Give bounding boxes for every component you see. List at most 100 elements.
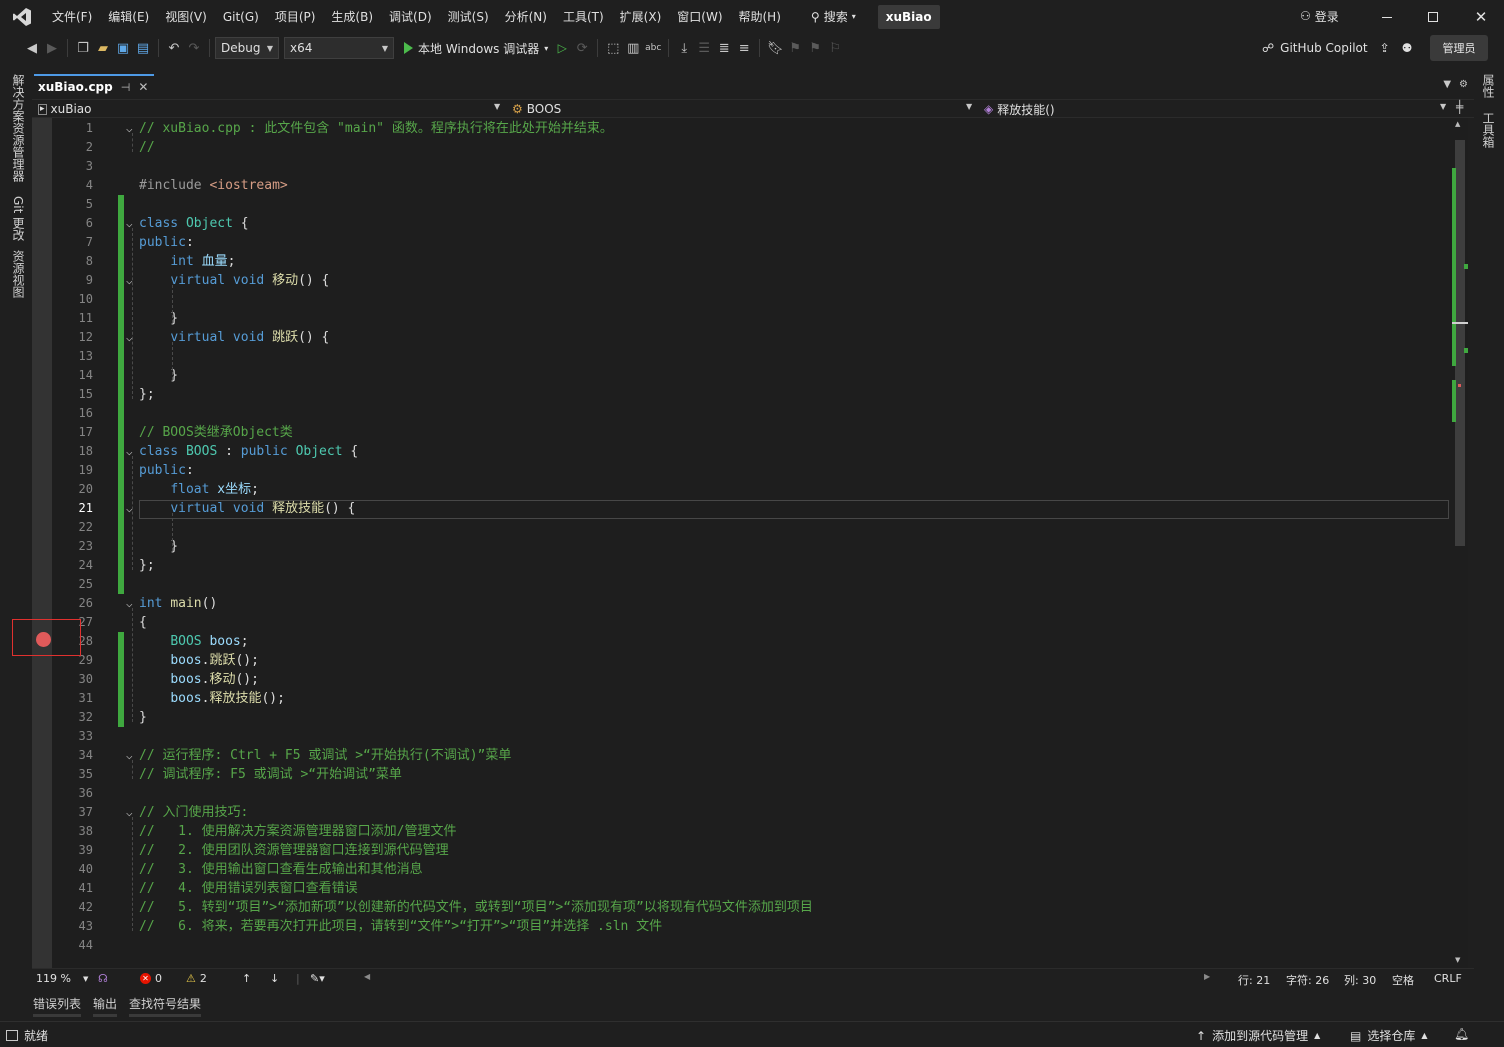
start-without-debugging-icon[interactable]: ▷	[552, 38, 572, 58]
search-button[interactable]: ⚲ 搜索 ▾	[803, 5, 864, 29]
code-line[interactable]: 26 ⌵ int main()	[32, 594, 1452, 613]
undo-icon[interactable]: ↶	[164, 38, 184, 58]
scroll-left-icon[interactable]: ◀	[364, 972, 370, 981]
redo-icon[interactable]: ↷	[184, 38, 204, 58]
tab-xubiao-cpp[interactable]: xuBiao.cpp ⊣ ✕	[34, 74, 154, 98]
menu-edit[interactable]: 编辑(E)	[100, 5, 157, 29]
save-icon[interactable]: ▣	[113, 38, 133, 58]
code-line[interactable]: 37 ⌵// 入门使用技巧:	[32, 803, 1452, 822]
previous-issue-icon[interactable]: ↑	[242, 972, 251, 985]
tab-list-chevron-icon[interactable]: ▼	[1443, 79, 1451, 90]
solution-name-badge[interactable]: xuBiao	[877, 5, 940, 29]
git-changes-tab[interactable]: Git 更改	[10, 196, 27, 241]
whitespace-indicator[interactable]: 空格	[1392, 972, 1414, 988]
code-line[interactable]: 34 ⌵// 运行程序: Ctrl + F5 或调试 >“开始执行(不调试)”菜单	[32, 746, 1452, 765]
solution-platform-select[interactable]: x64 ▼	[284, 37, 394, 59]
code-line[interactable]: 27{	[32, 613, 1452, 632]
spell-check-icon[interactable]: abc	[643, 38, 663, 58]
indent-icon[interactable]: ≣	[714, 38, 734, 58]
line-indicator[interactable]: 行: 21	[1238, 972, 1270, 988]
code-line[interactable]: 38 // 1. 使用解决方案资源管理器窗口添加/管理文件	[32, 822, 1452, 841]
code-line[interactable]: 7 public:	[32, 233, 1452, 252]
next-bookmark-icon[interactable]: ⚑	[805, 38, 825, 58]
menu-test[interactable]: 测试(S)	[440, 5, 497, 29]
solution-explorer-icon[interactable]: ⬚	[603, 38, 623, 58]
code-line[interactable]: 31 boos.释放技能();	[32, 689, 1452, 708]
gear-icon[interactable]: ⚙	[1459, 79, 1468, 90]
close-window-button[interactable]: ✕	[1458, 0, 1504, 34]
tab-error-list[interactable]: 错误列表	[33, 995, 81, 1012]
code-line[interactable]: 19 public:	[32, 461, 1452, 480]
scrollbar-thumb[interactable]	[1455, 140, 1465, 546]
step-icon[interactable]: ⤓	[674, 38, 694, 58]
menu-project[interactable]: 项目(P)	[267, 5, 324, 29]
bookmark-icon[interactable]: 🔖︎	[765, 38, 785, 58]
split-editor-icon[interactable]: ╪	[1456, 100, 1463, 114]
code-line[interactable]: 20 float x坐标;	[32, 480, 1452, 499]
navigate-back-icon[interactable]: ◀	[22, 38, 42, 58]
warning-count[interactable]: ⚠ 2	[186, 972, 207, 985]
code-line[interactable]: 2 //	[32, 138, 1452, 157]
prev-bookmark-icon[interactable]: ⚑	[785, 38, 805, 58]
menu-analyze[interactable]: 分析(N)	[497, 5, 555, 29]
tab-output[interactable]: 输出	[93, 995, 117, 1012]
code-line[interactable]: 29 boos.跳跃();	[32, 651, 1452, 670]
code-line[interactable]: 35 // 调试程序: F5 或调试 >“开始调试”菜单	[32, 765, 1452, 784]
chevron-down-icon[interactable]: ▼	[966, 102, 972, 111]
code-line[interactable]: 28 BOOS boos;	[32, 632, 1452, 651]
code-line[interactable]: 1 ⌵// xuBiao.cpp : 此文件包含 "main" 函数。程序执行将在…	[32, 119, 1452, 138]
code-line[interactable]: 3	[32, 157, 1452, 176]
code-line[interactable]: 13	[32, 347, 1452, 366]
error-count[interactable]: ✕ 0	[140, 972, 162, 985]
outdent-icon[interactable]: ≡	[734, 38, 754, 58]
admin-badge[interactable]: 管理员	[1430, 35, 1488, 61]
code-line[interactable]: 6 ⌵ class Object {	[32, 214, 1452, 233]
code-line[interactable]: 8 int 血量;	[32, 252, 1452, 271]
code-editor[interactable]: 1 ⌵// xuBiao.cpp : 此文件包含 "main" 函数。程序执行将在…	[32, 118, 1452, 968]
code-line[interactable]: 9 ⌵ virtual void 移动() {	[32, 271, 1452, 290]
properties-tab[interactable]: 属性	[1480, 74, 1497, 98]
menu-git[interactable]: Git(G)	[215, 5, 267, 29]
chevron-down-icon[interactable]: ▼	[494, 102, 500, 111]
save-all-icon[interactable]: ▤	[133, 38, 153, 58]
solution-configuration-select[interactable]: Debug ▼	[215, 37, 279, 59]
code-line[interactable]: 33	[32, 727, 1452, 746]
project-dropdown[interactable]: ▸ xuBiao	[38, 100, 92, 118]
column-indicator[interactable]: 列: 30	[1344, 972, 1376, 988]
code-cleanup-icon[interactable]: ✎▾	[310, 972, 325, 985]
menu-build[interactable]: 生成(B)	[323, 5, 381, 29]
menu-window[interactable]: 窗口(W)	[669, 5, 730, 29]
layout-icon[interactable]: ▥	[623, 38, 643, 58]
menu-view[interactable]: 视图(V)	[157, 5, 215, 29]
char-indicator[interactable]: 字符: 26	[1286, 972, 1329, 988]
minimize-button[interactable]	[1364, 0, 1410, 34]
login-button[interactable]: ⚇ 登录	[1300, 5, 1339, 27]
code-line[interactable]: 17 // BOOS类继承Object类	[32, 423, 1452, 442]
code-line[interactable]: 24};	[32, 556, 1452, 575]
code-line[interactable]: 30 boos.移动();	[32, 670, 1452, 689]
tab-find-symbol-results[interactable]: 查找符号结果	[129, 995, 201, 1012]
code-line[interactable]: 44	[32, 936, 1452, 955]
scope-dropdown[interactable]: ⚙ BOOS	[512, 100, 561, 118]
menu-help[interactable]: 帮助(H)	[731, 5, 789, 29]
code-line[interactable]: 12 ⌵ virtual void 跳跃() {	[32, 328, 1452, 347]
hot-reload-icon[interactable]: ⟳	[572, 38, 592, 58]
menu-tools[interactable]: 工具(T)	[555, 5, 612, 29]
clear-bookmarks-icon[interactable]: ⚐	[825, 38, 845, 58]
menu-debug[interactable]: 调试(D)	[381, 5, 440, 29]
code-line[interactable]: 23 }	[32, 537, 1452, 556]
resource-view-tab[interactable]: 资源视图	[10, 250, 27, 298]
new-project-icon[interactable]: ❐	[73, 38, 93, 58]
add-to-source-control-button[interactable]: ↑ 添加到源代码管理 ▲	[1196, 1027, 1320, 1044]
code-line[interactable]: 15};	[32, 385, 1452, 404]
zoom-select[interactable]: 119 % ▼	[36, 972, 88, 985]
code-line[interactable]: 41 // 4. 使用错误列表窗口查看错误	[32, 879, 1452, 898]
navigate-forward-icon[interactable]: ▶	[42, 38, 62, 58]
visual-studio-logo-icon[interactable]	[0, 0, 44, 34]
pin-icon[interactable]: ⊣	[121, 81, 131, 94]
start-debugging-button[interactable]: 本地 Windows 调试器 ▾	[400, 37, 552, 59]
toolbox-tab[interactable]: 工具箱	[1480, 112, 1497, 148]
code-line[interactable]: 21 ⌵ virtual void 释放技能() {	[32, 499, 1452, 518]
github-copilot-button[interactable]: ☍ GitHub Copilot ⇪ ⚉	[1262, 38, 1412, 58]
scroll-right-icon[interactable]: ▶	[1204, 972, 1210, 981]
